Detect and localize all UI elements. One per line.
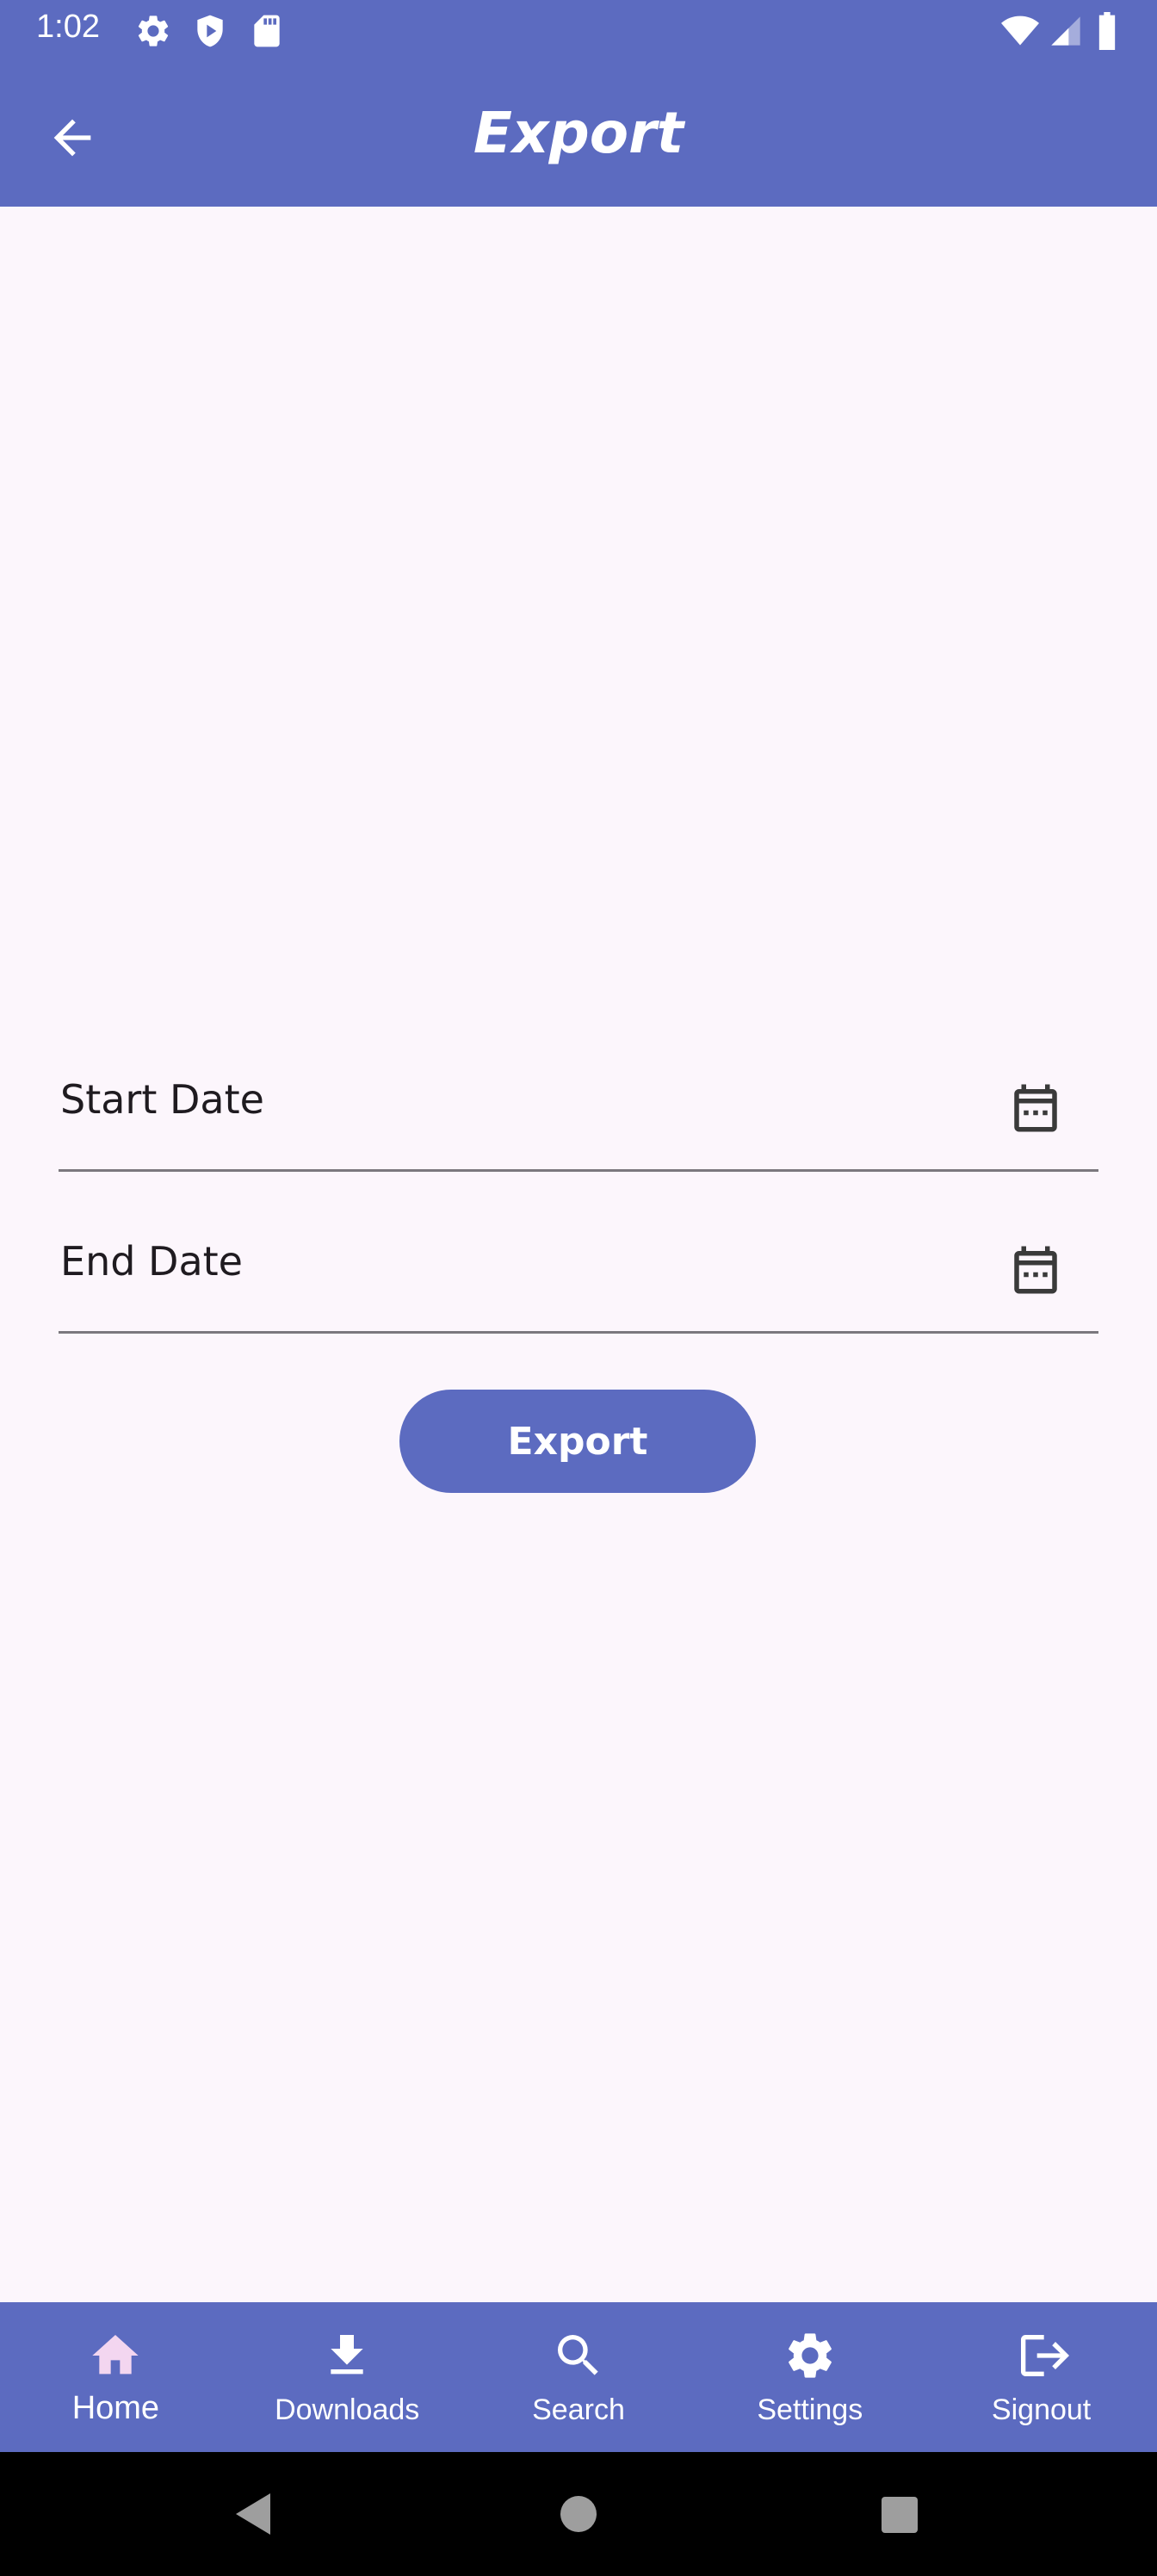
app-bar: Export — [0, 65, 1157, 207]
sd-card-icon — [248, 12, 286, 53]
nav-label-downloads: Downloads — [275, 2393, 420, 2426]
status-time: 1:02 — [36, 9, 100, 45]
nav-item-downloads[interactable]: Downloads — [232, 2302, 463, 2452]
start-date-field[interactable]: Start Date — [59, 1040, 1098, 1172]
end-date-field[interactable]: End Date — [59, 1202, 1098, 1334]
end-date-label: End Date — [60, 1238, 243, 1285]
shield-play-icon — [191, 12, 229, 53]
nav-label-search: Search — [532, 2393, 625, 2426]
nav-label-signout: Signout — [991, 2393, 1092, 2426]
system-nav-bar — [0, 2452, 1157, 2576]
calendar-icon[interactable] — [1007, 1242, 1064, 1302]
search-icon — [557, 2335, 598, 2375]
nav-item-search[interactable]: Search — [463, 2302, 695, 2452]
bottom-nav: Home Downloads Search Settings Signout — [0, 2302, 1157, 2452]
recents-square-icon[interactable] — [880, 2495, 919, 2535]
home-circle-icon[interactable] — [558, 2493, 599, 2535]
back-triangle-icon[interactable] — [231, 2490, 274, 2538]
nav-item-home[interactable]: Home — [0, 2302, 232, 2452]
gear-icon — [134, 12, 172, 53]
home-icon — [92, 2335, 139, 2375]
status-bar: 1:02 — [0, 0, 1157, 65]
gear-icon — [788, 2333, 832, 2378]
start-date-label: Start Date — [60, 1076, 264, 1123]
export-button[interactable]: Export — [399, 1390, 756, 1493]
nav-item-settings[interactable]: Settings — [694, 2302, 925, 2452]
signal-icon — [1049, 12, 1083, 53]
logout-icon — [1020, 2335, 1069, 2376]
nav-item-signout[interactable]: Signout — [925, 2302, 1157, 2452]
nav-label-settings: Settings — [757, 2393, 863, 2426]
download-icon — [331, 2335, 363, 2375]
nav-label-home: Home — [71, 2390, 160, 2426]
battery-icon — [1095, 12, 1119, 53]
calendar-icon[interactable] — [1007, 1080, 1064, 1140]
page-title: Export — [473, 100, 684, 166]
wifi-icon — [999, 12, 1042, 53]
